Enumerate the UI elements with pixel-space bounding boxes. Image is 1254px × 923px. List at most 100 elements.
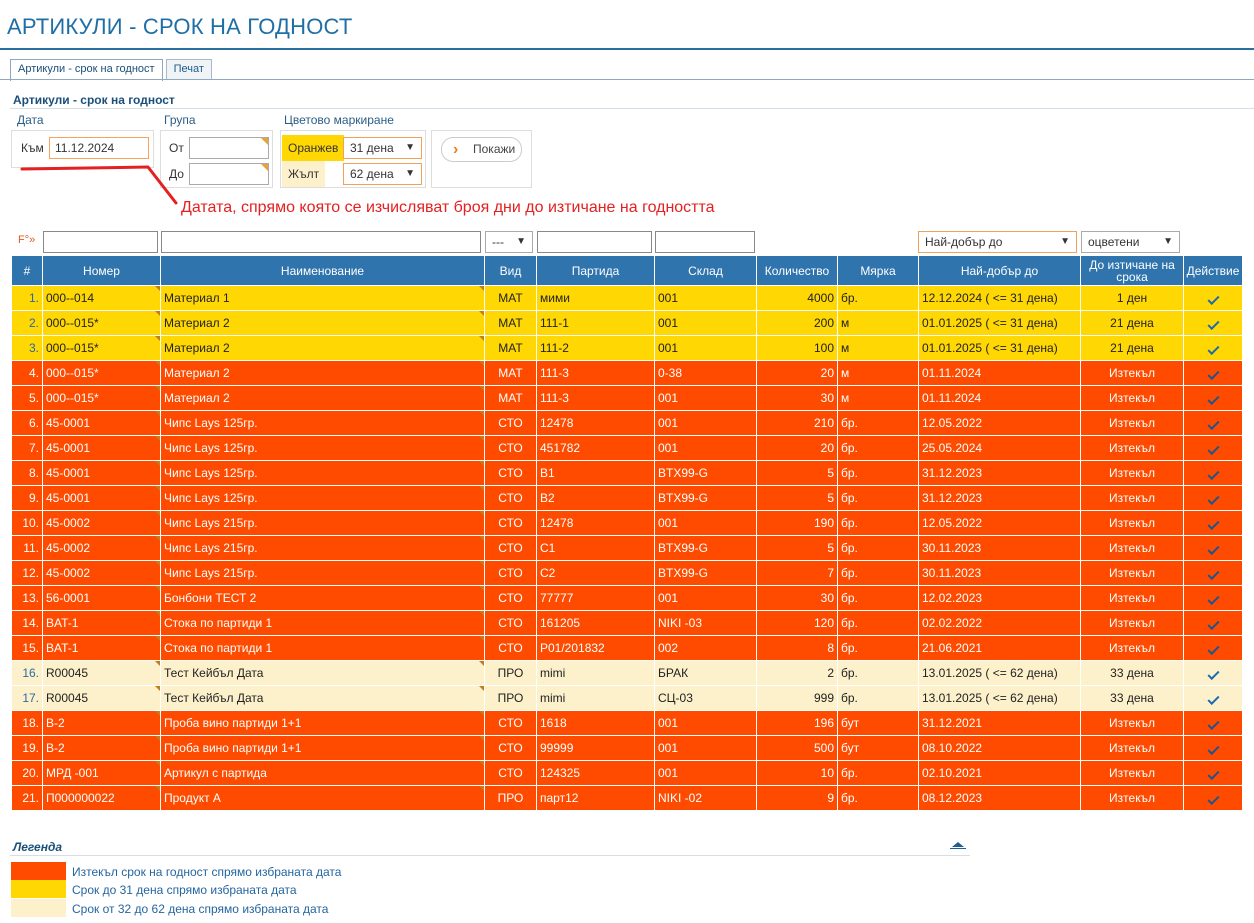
checkmark-icon[interactable] [1206,442,1220,456]
table-row[interactable]: 10. 45-0002 Чипс Lays 215гр. СТО 12478 001 190… [11,510,1243,536]
table-row[interactable]: 15. BAT-1 Стока по партиди 1 СТО P01/201832 0… [11,635,1243,661]
checkmark-icon[interactable] [1206,342,1220,356]
legend-swatch-62-days [11,899,66,917]
checkmark-icon[interactable] [1206,392,1220,406]
table-row[interactable]: 5. 000--015* Материал 2 МАТ 111-3 001 30 м 01.11… [11,385,1243,411]
table-row[interactable]: 17. R00045 Тест Кейбъл Дата ПРО mimi СЦ-03 999… [11,685,1243,711]
col-header-index[interactable]: # [11,255,43,286]
table-row[interactable]: 2. 000--015* Материал 2 МАТ 111-1 001 200 м 01.0… [11,310,1243,336]
collapse-up-icon[interactable] [949,841,967,849]
cell-best-before: 01.11.2024 [918,360,1081,386]
checkmark-icon[interactable] [1206,542,1220,556]
table-row[interactable]: 21. П000000022 Продукт А ПРО парт12 NIKI -02 9… [11,785,1243,811]
cell-type: СТО [484,510,537,536]
checkmark-icon[interactable] [1206,717,1220,731]
filter-type-select[interactable]: --- ▼ [485,231,533,253]
checkmark-icon[interactable] [1206,367,1220,381]
table-row[interactable]: 19. B-2 Проба вино партиди 1+1 СТО 99999 001 5… [11,735,1243,761]
cell-store: 001 [654,435,757,461]
table-row[interactable]: 20. МРД -001 Артикул с партида СТО 124325 001… [11,760,1243,786]
filter-type-value: --- [492,235,504,249]
checkmark-icon[interactable] [1206,467,1220,481]
cell-name: Стока по партиди 1 [160,610,485,636]
checkmark-icon[interactable] [1206,667,1220,681]
col-header-quantity[interactable]: Количество [756,255,838,286]
col-header-batch[interactable]: Партида [536,255,655,286]
show-button[interactable]: › Покажи [441,137,522,162]
table-row[interactable]: 14. BAT-1 Стока по партиди 1 СТО 161205 NIKI … [11,610,1243,636]
cell-name: Материал 2 [160,385,485,411]
legend-swatch-expired [11,862,66,880]
checkmark-icon[interactable] [1206,417,1220,431]
filter-best-before-select[interactable]: Най-добър до ▼ [918,231,1077,253]
col-header-name[interactable]: Наименование [160,255,485,286]
col-header-type[interactable]: Вид [484,255,537,286]
checkmark-icon[interactable] [1206,592,1220,606]
checkmark-icon[interactable] [1206,792,1220,806]
cell-action [1183,285,1243,311]
cell-name: Бонбони ТЕСТ 2 [160,585,485,611]
checkmark-icon[interactable] [1206,492,1220,506]
filter-prefix-label: F°» [18,234,36,246]
table-row[interactable]: 4. 000--015* Материал 2 МАТ 111-3 0-38 20 м 01.1… [11,360,1243,386]
table-row[interactable]: 3. 000--015* Материал 2 МАТ 111-2 001 100 м 01.0… [11,335,1243,361]
cell-quantity: 4000 [756,285,838,311]
col-header-days-left[interactable]: До изтичане на срока [1080,255,1184,286]
filter-code-input[interactable] [43,231,158,253]
cell-store: 0-38 [654,360,757,386]
table-row[interactable]: 16. R00045 Тест Кейбъл Дата ПРО mimi БРАК 2 бр.… [11,660,1243,686]
cell-unit: бр. [837,285,919,311]
cell-best-before: 01.01.2025 ( <= 31 дена) [918,310,1081,336]
cell-unit: бр. [837,660,919,686]
checkmark-icon[interactable] [1206,567,1220,581]
filter-colored-select[interactable]: оцветени ▼ [1081,231,1180,253]
table-row[interactable]: 8. 45-0001 Чипс Lays 125гр. СТО B1 BTX99-G 5 бр… [11,460,1243,486]
col-header-action[interactable]: Действие [1183,255,1243,286]
checkmark-icon[interactable] [1206,742,1220,756]
checkmark-icon[interactable] [1206,692,1220,706]
group-from-input[interactable] [189,137,269,159]
cell-best-before: 30.11.2023 [918,560,1081,586]
checkmark-icon[interactable] [1206,292,1220,306]
col-header-code[interactable]: Номер [42,255,161,286]
cell-unit: бут [837,710,919,736]
orange-days-select[interactable]: 31 дена ▼ [343,137,422,159]
table-row[interactable]: 1. 000--014 Материал 1 МАТ мими 001 4000 бр. 12.… [11,285,1243,311]
filter-batch-input[interactable] [537,231,652,253]
checkmark-icon[interactable] [1206,767,1220,781]
cell-action [1183,410,1243,436]
col-header-best-before[interactable]: Най-добър до [918,255,1081,286]
checkmark-icon[interactable] [1206,617,1220,631]
table-row[interactable]: 9. 45-0001 Чипс Lays 125гр. СТО B2 BTX99-G 5 бр… [11,485,1243,511]
table-row[interactable]: 11. 45-0002 Чипс Lays 215гр. СТО C1 BTX99-G 5 б… [11,535,1243,561]
group-to-input[interactable] [189,163,269,185]
col-header-unit[interactable]: Мярка [837,255,919,286]
checkmark-icon[interactable] [1206,517,1220,531]
cell-best-before: 12.12.2024 ( <= 31 дена) [918,285,1081,311]
table-row[interactable]: 13. 56-0001 Бонбони ТЕСТ 2 СТО 77777 001 30 бр.… [11,585,1243,611]
color-group-label: Цветово маркиране [284,113,394,127]
cell-action [1183,485,1243,511]
cell-batch: 12478 [536,410,655,436]
yellow-days-select[interactable]: 62 дена ▼ [343,163,422,185]
filter-name-input[interactable] [161,231,481,253]
cell-type: ПРО [484,785,537,811]
cell-batch: 124325 [536,760,655,786]
chevron-down-icon: ▼ [405,168,415,179]
cell-store: 001 [654,285,757,311]
cell-index: 4. [11,360,43,386]
filter-store-input[interactable] [655,231,755,253]
cell-type: МАТ [484,335,537,361]
col-header-store[interactable]: Склад [654,255,757,286]
chevron-down-icon: ▼ [1060,236,1070,247]
checkmark-icon[interactable] [1206,642,1220,656]
table-row[interactable]: 12. 45-0002 Чипс Lays 215гр. СТО C2 BTX99-G 7 б… [11,560,1243,586]
checkmark-icon[interactable] [1206,317,1220,331]
table-row[interactable]: 7. 45-0001 Чипс Lays 125гр. СТО 451782 001 20 б… [11,435,1243,461]
cell-index: 20. [11,760,43,786]
cell-name: Тест Кейбъл Дата [160,685,485,711]
cell-index: 2. [11,310,43,336]
table-row[interactable]: 18. B-2 Проба вино партиди 1+1 СТО 1618 001 19… [11,710,1243,736]
cell-store: BTX99-G [654,535,757,561]
table-row[interactable]: 6. 45-0001 Чипс Lays 125гр. СТО 12478 001 210 б… [11,410,1243,436]
